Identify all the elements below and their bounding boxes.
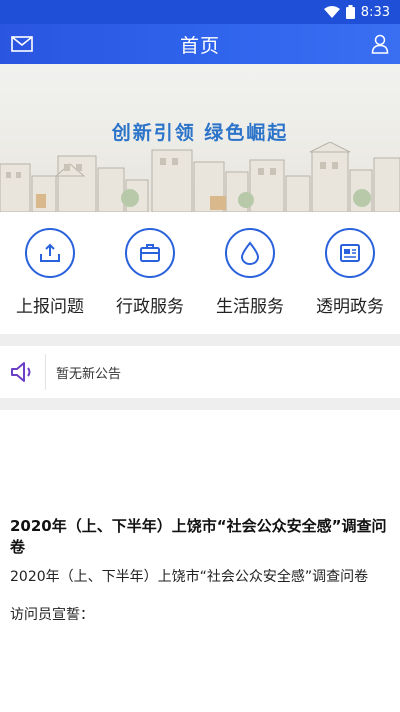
section-divider	[0, 398, 400, 410]
article-card[interactable]: 2020年（上、下半年）上饶市“社会公众安全感”调查问卷 2020年（上、下半年…	[0, 410, 400, 712]
user-profile-icon[interactable]	[368, 32, 392, 56]
wifi-icon	[323, 6, 340, 18]
city-skyline-illustration	[0, 142, 400, 212]
banner[interactable]: 创新引领 绿色崛起	[0, 64, 400, 212]
app-header: 首页	[0, 24, 400, 64]
services-grid: 上报问题 行政服务 生活服务 透明政务	[0, 212, 400, 334]
article-title[interactable]: 2020年（上、下半年）上饶市“社会公众安全感”调查问卷	[10, 516, 390, 558]
newspaper-icon	[325, 228, 375, 278]
service-report-issue[interactable]: 上报问题	[2, 228, 98, 317]
status-time: 8:33	[360, 4, 390, 20]
mail-icon[interactable]	[10, 32, 34, 56]
notice-text: 暂无新公告	[56, 366, 122, 382]
battery-icon	[345, 5, 355, 19]
page-title: 首页	[179, 34, 220, 57]
service-life[interactable]: 生活服务	[202, 228, 298, 317]
service-transparent-gov[interactable]: 透明政务	[302, 228, 398, 317]
service-administrative[interactable]: 行政服务	[102, 228, 198, 317]
notice-bar[interactable]: 暂无新公告	[0, 346, 400, 398]
service-label: 透明政务	[316, 297, 384, 317]
service-label: 上报问题	[16, 297, 84, 317]
upload-tray-icon	[25, 228, 75, 278]
speaker-icon	[0, 354, 46, 390]
status-bar: 8:33	[0, 0, 400, 24]
service-label: 生活服务	[216, 297, 284, 317]
banner-slogan: 创新引领 绿色崛起	[111, 122, 289, 144]
article-body: 2020年（上、下半年）上饶市“社会公众安全感”调查问卷	[10, 569, 369, 585]
service-label: 行政服务	[116, 297, 184, 317]
water-drop-icon	[225, 228, 275, 278]
section-divider	[0, 334, 400, 346]
article-subtext: 访问员宣誓：	[10, 607, 94, 623]
briefcase-icon	[125, 228, 175, 278]
